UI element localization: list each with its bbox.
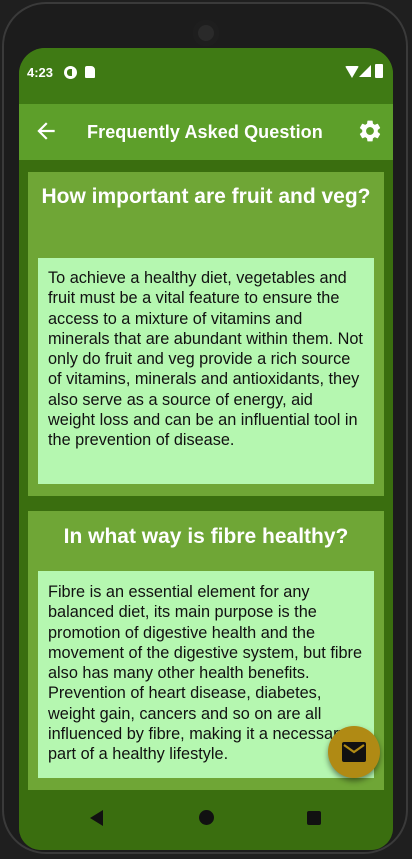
phone-frame: 4:23 Frequently Asked Question How impor… <box>2 2 408 854</box>
sd-card-icon <box>85 66 95 78</box>
faq-answer: To achieve a healthy diet, vegetables an… <box>38 258 374 484</box>
front-camera <box>193 20 219 46</box>
screen: 4:23 Frequently Asked Question How impor… <box>19 48 393 850</box>
faq-question: How important are fruit and veg? <box>41 185 371 208</box>
faq-answer: Fibre is an essential element for any ba… <box>38 571 374 778</box>
nav-back-icon[interactable] <box>90 810 103 826</box>
battery-icon <box>375 64 383 78</box>
status-time: 4:23 <box>27 65 54 80</box>
faq-question: In what way is fibre healthy? <box>63 525 349 548</box>
faq-card: How important are fruit and veg? To achi… <box>28 172 384 496</box>
gear-icon[interactable] <box>357 118 383 144</box>
system-nav-bar <box>19 790 393 850</box>
app-bar: Frequently Asked Question <box>19 104 393 160</box>
nav-home-icon[interactable] <box>199 810 214 825</box>
wifi-icon <box>345 66 359 78</box>
contact-fab-button[interactable] <box>328 726 380 778</box>
vpn-icon <box>64 66 77 79</box>
arrow-back-icon[interactable] <box>33 118 59 144</box>
mail-icon <box>342 742 366 762</box>
page-title: Frequently Asked Question <box>87 122 323 142</box>
signal-icon <box>359 65 371 77</box>
status-bar: 4:23 <box>19 48 393 104</box>
nav-recents-icon[interactable] <box>307 811 321 825</box>
